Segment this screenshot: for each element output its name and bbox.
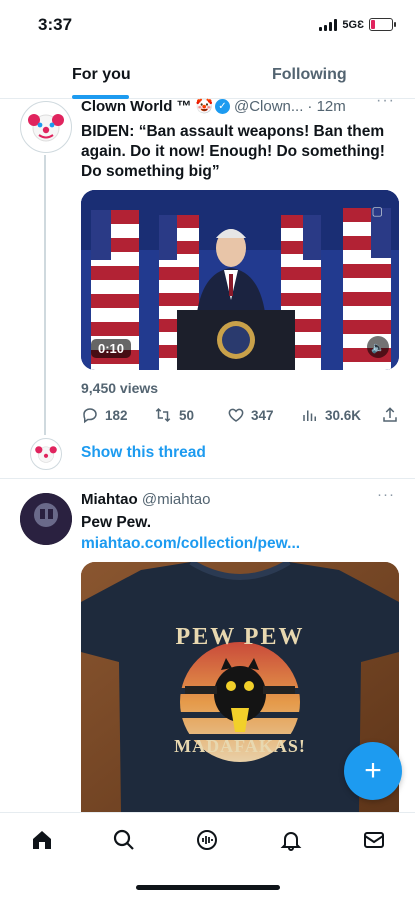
- more-options-icon[interactable]: ···: [377, 486, 395, 503]
- tab-following[interactable]: Following: [272, 66, 347, 84]
- clown-face-icon: [35, 446, 57, 463]
- timeline-tabs: For you Following: [0, 56, 415, 99]
- nav-notifications[interactable]: [278, 827, 304, 853]
- status-time: 3:37: [38, 15, 73, 34]
- reply-icon: [83, 408, 97, 424]
- spaces-icon: [197, 830, 217, 850]
- analytics-icon: [303, 410, 316, 421]
- share-icon: [383, 407, 397, 422]
- tweet-divider: [0, 478, 415, 479]
- shirt-text-top: PEW PEW: [175, 624, 305, 650]
- retweet-button[interactable]: 50: [153, 406, 194, 424]
- tweet-video[interactable]: ▢ 0:10 🔈: [81, 190, 399, 370]
- timestamp[interactable]: · 12m: [307, 98, 345, 115]
- retweet-count: 50: [179, 407, 195, 423]
- tweet-link[interactable]: miahtao.com/collection/pew...: [81, 535, 300, 553]
- nav-spaces[interactable]: [194, 827, 220, 853]
- verified-badge-icon: ✓: [214, 99, 230, 114]
- analytics-button[interactable]: 30.6K: [301, 406, 361, 424]
- clown-emoji: 🤡: [195, 98, 213, 114]
- share-button[interactable]: [381, 406, 399, 424]
- tweet-actions: 182 50 347 30.6K: [81, 406, 401, 426]
- mail-icon: [364, 832, 384, 848]
- tweet-text: BIDEN: “Ban assault weapons! Ban them ag…: [81, 123, 385, 180]
- like-button[interactable]: 347: [227, 406, 274, 424]
- video-duration: 0:10: [91, 339, 132, 358]
- signal-icon: [319, 18, 338, 31]
- show-thread-link[interactable]: Show this thread: [81, 444, 206, 462]
- display-name[interactable]: Clown World ™: [81, 98, 192, 115]
- home-icon: [33, 831, 51, 849]
- nav-messages[interactable]: [361, 827, 387, 853]
- tweet-header: Clown World ™ 🤡 ✓ @Clown... · 12m ···: [81, 92, 401, 115]
- more-options-icon[interactable]: ···: [376, 92, 395, 110]
- retweet-icon: [155, 407, 171, 423]
- thread-line: [44, 155, 46, 435]
- avatar[interactable]: [20, 101, 72, 153]
- bottom-navigation: [0, 812, 415, 871]
- reply-count: 182: [105, 407, 128, 423]
- handle[interactable]: @miahtao: [142, 491, 211, 508]
- nav-search[interactable]: [111, 827, 137, 853]
- display-name[interactable]: Miahtao: [81, 491, 138, 508]
- avatar[interactable]: [20, 493, 72, 545]
- tweet-header: Miahtao @miahtao ···: [81, 486, 401, 508]
- volume-mute-icon[interactable]: 🔈: [367, 336, 389, 358]
- views-count: 9,450 views: [81, 380, 159, 396]
- tab-for-you[interactable]: For you: [72, 66, 131, 84]
- clown-face-icon: [28, 114, 64, 142]
- handle[interactable]: @Clown...: [234, 98, 303, 115]
- nav-home[interactable]: [29, 827, 55, 853]
- plus-icon: +: [364, 754, 382, 787]
- home-indicator: [136, 885, 280, 890]
- reply-button[interactable]: 182: [81, 406, 128, 424]
- tweet-text: Pew Pew.: [81, 514, 152, 531]
- views-analytics-count: 30.6K: [325, 407, 362, 423]
- heart-icon: [228, 408, 244, 422]
- compose-tweet-button[interactable]: +: [344, 742, 402, 800]
- tao-tee-logo-icon: [20, 493, 72, 545]
- like-count: 347: [251, 407, 274, 423]
- bell-icon: [280, 832, 302, 851]
- status-bar: 3:37 5GƐ: [0, 0, 415, 56]
- network-type: 5GƐ: [342, 18, 364, 31]
- picture-in-picture-icon[interactable]: ▢: [372, 204, 383, 218]
- search-icon: [113, 829, 134, 850]
- battery-icon: [369, 18, 396, 31]
- thread-avatar[interactable]: [30, 438, 62, 470]
